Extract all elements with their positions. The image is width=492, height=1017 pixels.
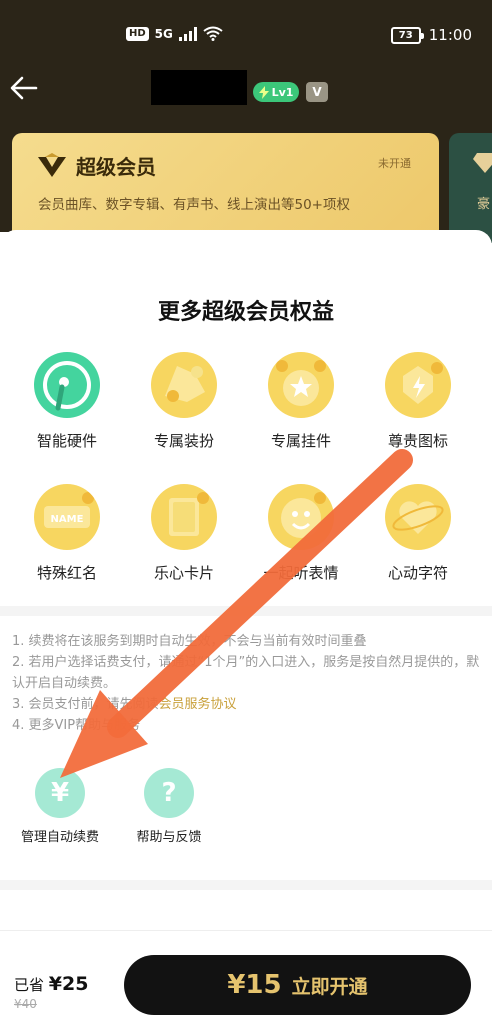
- listen-together-emoji-icon: [268, 484, 334, 550]
- music-card-icon: [151, 484, 217, 550]
- savings-amount: ¥25: [48, 973, 89, 995]
- perk-label: 智能硬件: [36, 432, 97, 450]
- service-agreement-link[interactable]: 会员服务协议: [159, 697, 237, 712]
- v-crown-icon: [38, 152, 66, 177]
- perk-music-card[interactable]: 乐心卡片: [129, 484, 239, 583]
- card2-label: 豪: [477, 197, 491, 212]
- section-title: 更多超级会员权益: [157, 300, 334, 325]
- perk-heart-character[interactable]: 心动字符: [363, 484, 473, 583]
- signal-icon: [178, 26, 197, 41]
- back-arrow-icon[interactable]: [8, 72, 40, 104]
- heart-character-icon: [385, 484, 451, 550]
- perk-label: 一起听表情: [263, 564, 339, 582]
- perk-label: 专属挂件: [270, 432, 331, 450]
- diamond-icon: [473, 153, 492, 173]
- redacted-username: [151, 70, 247, 105]
- card-status: 未开通: [378, 157, 411, 170]
- note-line-4: 4. 更多VIP帮助与服务: [12, 718, 141, 733]
- note-line-2: 2. 若用户选择话费支付，请通过“1个月”的入口进入，服务是按自然月提供的，默认…: [12, 655, 480, 691]
- subscribe-label: 立即开通: [291, 975, 368, 998]
- svg-text:NAME: NAME: [51, 514, 84, 525]
- status-bar: HD 5G 73 11:00: [0, 0, 492, 68]
- section-divider: [0, 606, 492, 616]
- action-label: 帮助与反馈: [136, 830, 202, 845]
- card-description: 会员曲库、数字专辑、有声书、线上演出等50+项权: [38, 197, 350, 213]
- savings-info: 已省 ¥25 ¥40: [14, 973, 88, 1011]
- level-text: Lv1: [271, 85, 294, 99]
- savings-prefix: 已省: [14, 976, 45, 994]
- network-indicator: 5G: [154, 26, 173, 41]
- original-price: ¥40: [14, 997, 37, 1011]
- manage-auto-renewal-button[interactable]: ¥ 管理自动续费: [0, 768, 120, 845]
- luxury-member-card[interactable]: 豪: [449, 133, 492, 243]
- price: ¥15: [227, 970, 282, 1000]
- super-member-card[interactable]: 超级会员 未开通 会员曲库、数字专辑、有声书、线上演出等50+项权: [12, 133, 439, 243]
- perk-special-red-name[interactable]: NAME 特殊红名: [12, 484, 122, 583]
- subscribe-now-button[interactable]: ¥15 立即开通: [124, 955, 471, 1015]
- perk-label: 乐心卡片: [153, 564, 214, 582]
- clock: 11:00: [428, 26, 472, 44]
- yen-icon: ¥: [35, 768, 85, 818]
- note-line-3: 3. 会员支付前，请先阅读: [12, 697, 159, 712]
- perk-smart-hardware[interactable]: 智能硬件: [12, 352, 122, 451]
- lightning-icon: [258, 85, 269, 99]
- hd-indicator: HD: [126, 26, 149, 41]
- noble-badge-icon: [385, 352, 451, 418]
- level-badge[interactable]: Lv1: [253, 82, 299, 102]
- exclusive-outfit-icon: [151, 352, 217, 418]
- smart-hardware-icon: [34, 352, 100, 418]
- perk-label: 尊贵图标: [387, 432, 448, 450]
- card-title: 超级会员: [76, 155, 156, 179]
- action-label: 管理自动续费: [20, 830, 99, 845]
- service-notes: 1. 续费将在该服务到期时自动生效，不会与当前有效时间重叠 2. 若用户选择话费…: [12, 631, 482, 736]
- special-red-name-icon: NAME: [34, 484, 100, 550]
- wifi-icon: [203, 26, 223, 41]
- perk-exclusive-outfit[interactable]: 专属装扮: [129, 352, 239, 451]
- perk-label: 特殊红名: [36, 564, 97, 582]
- vip-v-badge[interactable]: V: [306, 82, 328, 102]
- perk-listen-together-emoji[interactable]: 一起听表情: [246, 484, 356, 583]
- section-divider: [0, 880, 492, 890]
- perk-exclusive-pendant[interactable]: 专属挂件: [246, 352, 356, 451]
- note-line-1: 1. 续费将在该服务到期时自动生效，不会与当前有效时间重叠: [12, 634, 367, 649]
- exclusive-pendant-icon: [268, 352, 334, 418]
- perk-label: 专属装扮: [153, 432, 214, 450]
- benefits-sheet: 更多超级会员权益 智能硬件 专属装扮 专属挂件 尊贵图标 NAME 特殊红名 乐…: [0, 230, 492, 1017]
- perk-noble-badge[interactable]: 尊贵图标: [363, 352, 473, 451]
- help-feedback-button[interactable]: ? 帮助与反馈: [109, 768, 229, 845]
- battery-indicator: 73: [390, 26, 424, 44]
- question-mark-icon: ?: [144, 768, 194, 818]
- perk-label: 心动字符: [387, 564, 448, 582]
